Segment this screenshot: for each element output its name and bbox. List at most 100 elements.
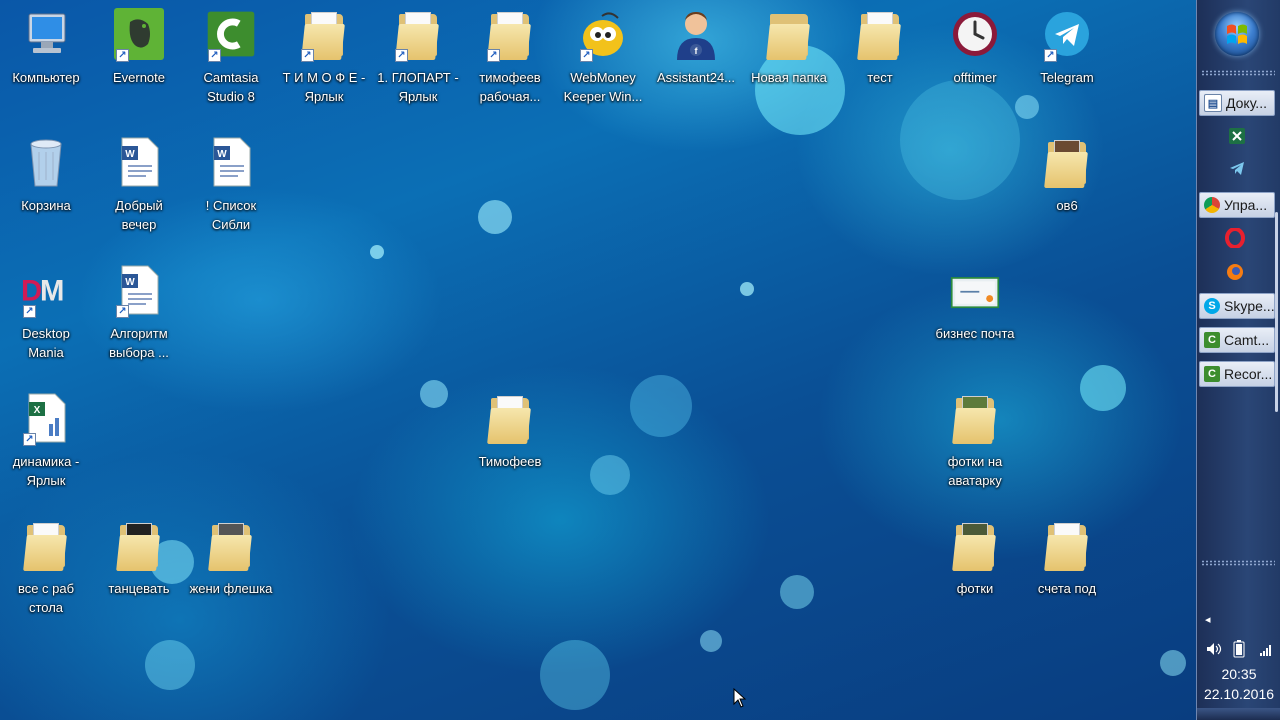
taskbar-grip[interactable] (1201, 70, 1275, 76)
system-clock[interactable]: 20:35 22.10.2016 (1197, 664, 1280, 704)
icon-label: Т И М О Ф Е - Ярлык (282, 70, 366, 104)
start-button[interactable] (1215, 12, 1259, 56)
pinned-telegram[interactable] (1227, 158, 1247, 178)
taskbar-scrollbar[interactable] (1275, 212, 1278, 412)
icon-label: Desktop Mania (22, 326, 70, 360)
clock-icon (950, 8, 1000, 60)
icon-label: Assistant24... (656, 70, 736, 85)
desktop-icon-tancevat[interactable]: танцевать (95, 519, 183, 598)
taskbar[interactable]: ▤ Доку... Упра... S Skype... C Camt... C… (1196, 0, 1280, 720)
taskbar-button-chrome[interactable]: Упра... (1199, 192, 1275, 218)
pinned-opera[interactable] (1225, 227, 1245, 249)
icon-label: 1. ГЛОПАРТ - Ярлык (377, 70, 459, 104)
desktop-icon-desktop-mania[interactable]: DM ↗ Desktop Mania (2, 264, 90, 362)
desktop-icon-computer[interactable]: Компьютер (2, 8, 90, 87)
taskbar-button-label: Упра... (1224, 197, 1268, 213)
word-document-icon: W (206, 136, 256, 188)
svg-text:X: X (34, 405, 41, 416)
icon-label: Тимофеев (478, 454, 542, 469)
icon-label: offtimer (953, 70, 997, 85)
desktop-icon-timofeev-work[interactable]: ↗ тимофеев рабочая... (466, 8, 554, 106)
folder-icon (950, 519, 1000, 571)
desktop[interactable]: Компьютер ↗ Evernote ↗ Camtasia Studio 8… (0, 0, 1196, 720)
pinned-excel[interactable] (1227, 126, 1247, 146)
wallpaper-bokeh (420, 380, 448, 408)
taskbar-button-label: Доку... (1226, 95, 1267, 111)
folder-icon (206, 519, 256, 571)
desktop-icon-telegram[interactable]: ↗ Telegram (1023, 8, 1111, 87)
folder-icon (1042, 136, 1092, 188)
desktop-icon-evernote[interactable]: ↗ Evernote (95, 8, 183, 87)
camtasia-icon: ↗ (206, 8, 256, 62)
desktop-icon-test[interactable]: тест (836, 8, 924, 87)
tray-battery[interactable] (1233, 640, 1245, 658)
desktop-icon-recycle-bin[interactable]: Корзина (2, 136, 90, 215)
desktop-icon-assistant24[interactable]: f Assistant24... (652, 8, 740, 87)
icon-label: WebMoney Keeper Win... (563, 70, 643, 104)
shortcut-arrow-icon: ↗ (116, 49, 129, 62)
chevron-left-icon: ◂ (1205, 613, 1211, 626)
wallpaper-bokeh (630, 375, 692, 437)
taskbar-button-label: Skype... (1224, 298, 1275, 314)
wallpaper-bokeh (370, 245, 384, 259)
speaker-icon (1207, 643, 1222, 655)
folder-icon (950, 392, 1000, 444)
taskbar-button-camtasia[interactable]: C Camt... (1199, 327, 1275, 353)
taskbar-button-recorder[interactable]: C Recor... (1199, 361, 1275, 387)
tray-volume[interactable] (1205, 640, 1223, 658)
icon-label: тимофеев рабочая... (479, 70, 541, 104)
desktop-icon-spisok-sibli[interactable]: W ! Список Сибли (187, 136, 275, 234)
desktop-icon-new-folder[interactable]: Новая папка (745, 8, 833, 87)
clock-date: 22.10.2016 (1203, 686, 1275, 702)
icon-label: Новая папка (751, 70, 827, 85)
taskbar-button-skype[interactable]: S Skype... (1199, 293, 1275, 319)
tray-network[interactable] (1259, 642, 1273, 656)
taskbar-grip[interactable] (1201, 560, 1275, 566)
taskbar-button-label: Recor... (1224, 366, 1273, 382)
word-document-icon: W (114, 136, 164, 188)
shortcut-arrow-icon: ↗ (580, 49, 593, 62)
desktop-icon-fotki-avatarku[interactable]: фотки на аватарку (931, 392, 1019, 490)
shortcut-arrow-icon: ↗ (23, 433, 36, 446)
desktop-icon-algoritm[interactable]: W ↗ Алгоритм выбора ... (95, 264, 183, 362)
icon-label: тест (867, 70, 893, 85)
tray-expand[interactable]: ◂ (1205, 612, 1217, 628)
desktop-icon-scheta-pod[interactable]: счета под (1023, 519, 1111, 598)
desktop-icon-offtimer[interactable]: offtimer (931, 8, 1019, 87)
battery-icon (1233, 640, 1245, 658)
desktop-icon-timofeev[interactable]: Тимофеев (466, 392, 554, 471)
shortcut-arrow-icon: ↗ (23, 305, 36, 318)
desktop-icon-webmoney[interactable]: ↗ WebMoney Keeper Win... (559, 8, 647, 106)
icon-label: фотки (956, 581, 994, 596)
wallpaper-bokeh (590, 455, 630, 495)
svg-text:M: M (40, 274, 64, 307)
folder-icon: ↗ (299, 8, 349, 62)
windows-orb-icon (1227, 24, 1247, 44)
desktop-mania-icon: DM ↗ (21, 264, 71, 318)
webmoney-icon: ↗ (578, 8, 628, 62)
folder-icon (855, 8, 905, 60)
wallpaper-bokeh (540, 640, 610, 710)
desktop-icon-biznes-pochta[interactable]: бизнес почта (931, 264, 1019, 343)
icon-label: Добрый вечер (115, 198, 163, 232)
desktop-icon-timofe[interactable]: ↗ Т И М О Ф Е - Ярлык (280, 8, 368, 106)
show-desktop-button[interactable] (1197, 708, 1280, 720)
desktop-icon-fotki[interactable]: фотки (931, 519, 1019, 598)
wallpaper-bokeh (740, 282, 754, 296)
word-document-icon: W ↗ (114, 264, 164, 318)
desktop-icon-camtasia[interactable]: ↗ Camtasia Studio 8 (187, 8, 275, 106)
icon-label: бизнес почта (935, 326, 1015, 341)
taskbar-button-documents[interactable]: ▤ Доку... (1199, 90, 1275, 116)
desktop-icon-ov6[interactable]: ов6 (1023, 136, 1111, 215)
desktop-icon-vse-s-rab-stola[interactable]: все с раб стола (2, 519, 90, 617)
desktop-icon-zheni-fleshka[interactable]: жени флешка (187, 519, 275, 598)
pinned-firefox[interactable] (1225, 262, 1245, 282)
wallpaper-bokeh (700, 630, 722, 652)
icon-label: Компьютер (12, 70, 80, 85)
desktop-icon-dobry-vecher[interactable]: W Добрый вечер (95, 136, 183, 234)
desktop-icon-gloppart[interactable]: ↗ 1. ГЛОПАРТ - Ярлык (374, 8, 462, 106)
desktop-icon-dinamika[interactable]: X ↗ динамика - Ярлык (2, 392, 90, 490)
recycle-bin-icon (21, 136, 71, 188)
camtasia-icon: C (1204, 366, 1220, 382)
shortcut-arrow-icon: ↗ (487, 49, 500, 62)
